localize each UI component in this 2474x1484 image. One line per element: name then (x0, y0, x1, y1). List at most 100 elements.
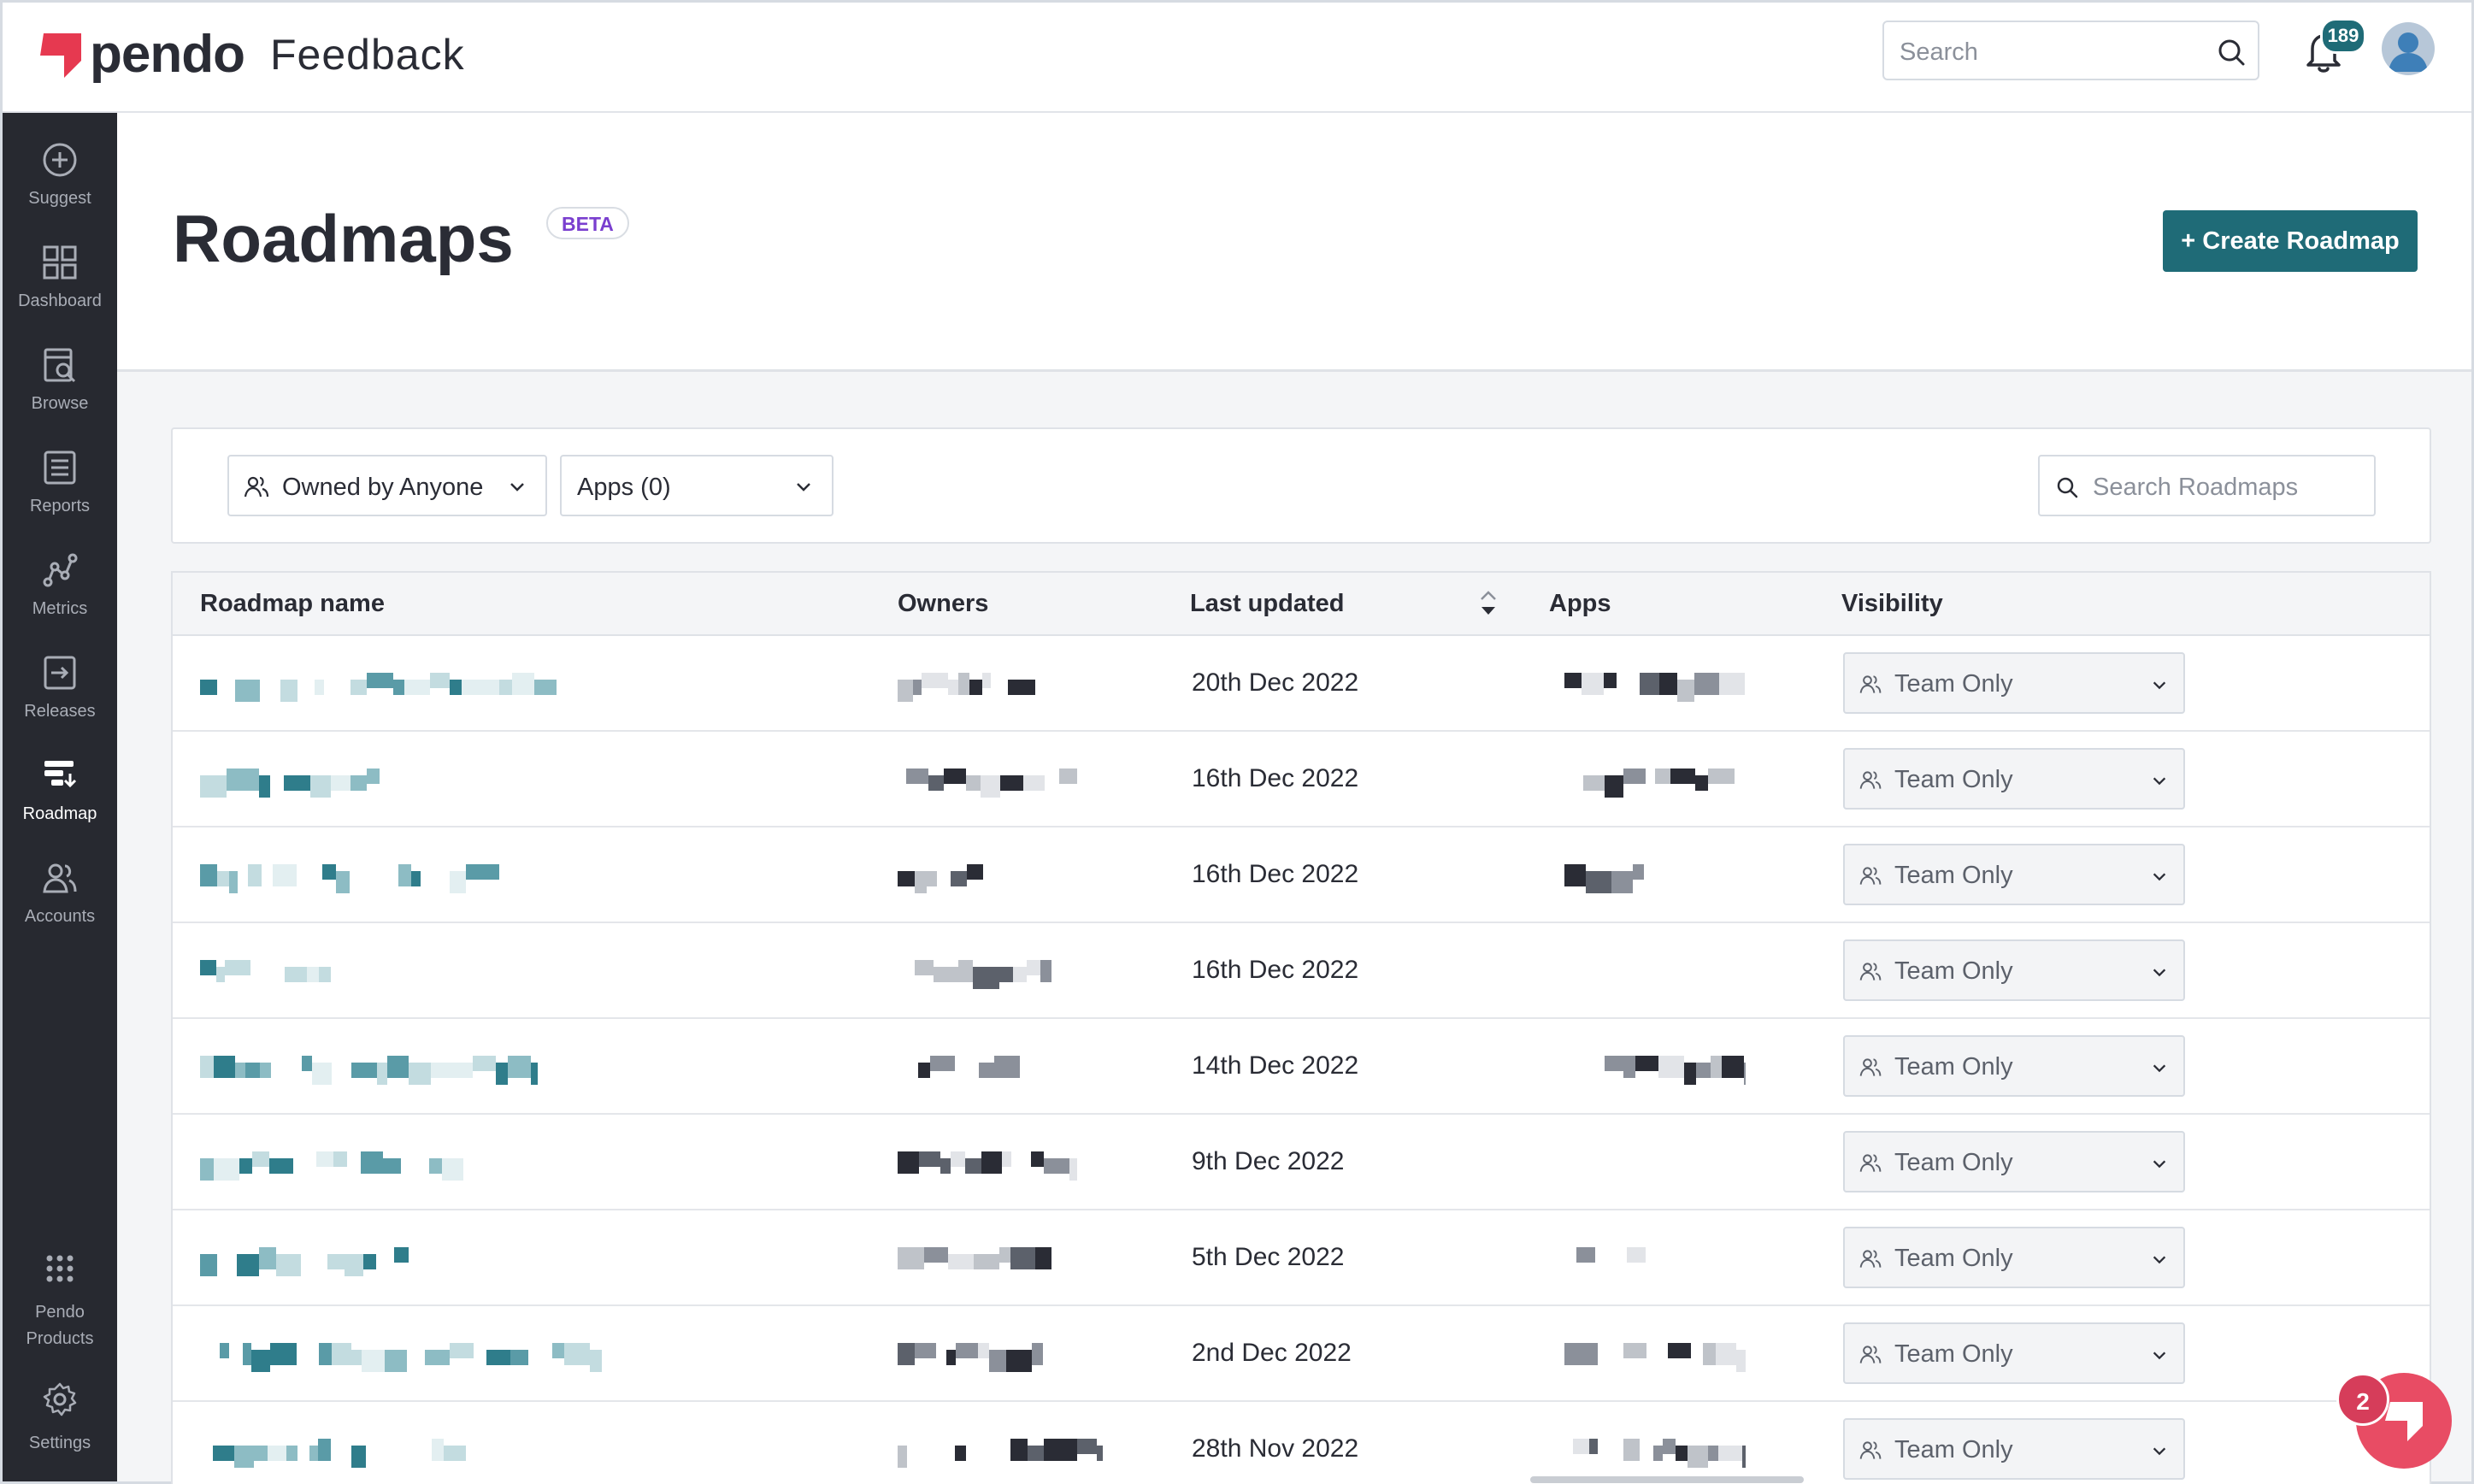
table-row[interactable]: 16th Dec 2022 Team Only (173, 827, 2430, 923)
sidebar-item-roadmap[interactable]: Roadmap (3, 757, 117, 859)
visibility-dropdown[interactable]: Team Only (1843, 1322, 2185, 1384)
table-row[interactable]: 20th Dec 2022 Team Only (173, 636, 2430, 732)
visibility-dropdown[interactable]: Team Only (1843, 844, 2185, 905)
redacted-pixel (362, 1350, 385, 1372)
table-row[interactable]: 16th Dec 2022 Team Only (173, 923, 2430, 1019)
apps-redacted (1564, 1247, 1660, 1269)
redacted-pixel (1044, 1158, 1069, 1174)
redacted-pixel (1663, 1439, 1676, 1454)
redacted-pixel (564, 1343, 590, 1365)
redacted-pixel (220, 1343, 229, 1358)
sidebar-item-dashboard[interactable]: Dashboard (3, 244, 117, 346)
search-roadmaps-input[interactable]: Search Roadmaps (2038, 455, 2376, 516)
redacted-pixel (213, 1446, 234, 1461)
redacted-pixel (331, 775, 350, 791)
visibility-dropdown[interactable]: Team Only (1843, 748, 2185, 810)
sidebar-item-accounts[interactable]: Accounts (3, 859, 117, 962)
sort-icon[interactable] (1477, 586, 1499, 621)
apps-redacted (1564, 1056, 1746, 1085)
table-row[interactable]: 5th Dec 2022 Team Only (173, 1210, 2430, 1306)
redacted-pixel (1002, 1151, 1011, 1167)
user-avatar[interactable] (2382, 22, 2435, 75)
table-row[interactable]: 2nd Dec 2022 Team Only (173, 1306, 2430, 1402)
redacted-pixel (1677, 680, 1694, 702)
column-header-owners[interactable]: Owners (898, 590, 988, 618)
column-header-last-updated[interactable]: Last updated (1190, 590, 1344, 618)
redacted-pixel (200, 864, 217, 886)
global-search-input[interactable]: Search (1882, 21, 2259, 80)
roadmap-name-redacted (200, 864, 499, 893)
redacted-pixel (235, 1063, 245, 1078)
redacted-pixel (486, 1350, 510, 1365)
column-header-name[interactable]: Roadmap name (200, 590, 385, 618)
redacted-pixel (1653, 1446, 1663, 1461)
sidebar-item-metrics[interactable]: Metrics (3, 551, 117, 654)
redacted-pixel (1031, 1151, 1044, 1167)
table-row[interactable]: 16th Dec 2022 Team Only (173, 732, 2430, 827)
last-updated-cell: 16th Dec 2022 (1192, 956, 1359, 984)
redacted-pixel (322, 864, 336, 880)
redacted-pixel (466, 864, 491, 880)
visibility-value: Team Only (1894, 1149, 2013, 1176)
table-row[interactable]: 28th Nov 2022 Team Only (173, 1402, 2430, 1484)
redacted-pixel (327, 1254, 345, 1269)
pendo-logo[interactable]: pendo Feedback (35, 28, 465, 81)
redacted-pixel (913, 680, 922, 695)
column-header-visibility[interactable]: Visibility (1841, 590, 1943, 618)
horizontal-scrollbar[interactable] (1530, 1476, 1804, 1483)
redacted-pixel (286, 1446, 297, 1461)
owner-filter-dropdown[interactable]: Owned by Anyone (227, 455, 547, 516)
redacted-pixel (363, 1254, 376, 1269)
redacted-pixel (350, 775, 367, 791)
table-row[interactable]: 14th Dec 2022 Team Only (173, 1019, 2430, 1115)
last-updated-cell: 2nd Dec 2022 (1192, 1339, 1352, 1367)
top-header: pendo Feedback Search 189 (3, 3, 2471, 113)
redacted-pixel (973, 967, 999, 989)
create-roadmap-button[interactable]: + Create Roadmap (2163, 210, 2418, 272)
sidebar-item-pendo-products[interactable]: Pendo Products (3, 1250, 117, 1378)
owners-redacted (898, 1151, 1077, 1181)
chevron-down-icon (2153, 1064, 2166, 1073)
sidebar-item-label: Browse (31, 394, 89, 413)
people-icon (1859, 1346, 1882, 1363)
redacted-pixel (225, 960, 250, 975)
redacted-pixel (1582, 673, 1604, 695)
redacted-pixel (1000, 775, 1023, 791)
visibility-dropdown[interactable]: Team Only (1843, 1035, 2185, 1097)
redacted-pixel (269, 1158, 293, 1174)
sidebar-item-releases[interactable]: Releases (3, 654, 117, 757)
sidebar-item-settings[interactable]: Settings (3, 1381, 117, 1483)
beta-badge: BETA (546, 207, 629, 239)
redacted-pixel (450, 871, 466, 893)
last-updated-cell: 16th Dec 2022 (1192, 764, 1359, 792)
roadmap-name-redacted (200, 768, 380, 798)
redacted-pixel (216, 967, 225, 982)
visibility-dropdown[interactable]: Team Only (1843, 939, 2185, 1001)
apps-filter-dropdown[interactable]: Apps (0) (560, 455, 834, 516)
visibility-dropdown[interactable]: Team Only (1843, 1418, 2185, 1480)
redacted-pixel (450, 1343, 474, 1358)
visibility-dropdown[interactable]: Team Only (1843, 652, 2185, 714)
redacted-pixel (252, 1151, 269, 1167)
visibility-dropdown[interactable]: Team Only (1843, 1227, 2185, 1288)
redacted-pixel (1708, 768, 1735, 784)
redacted-pixel (1742, 1446, 1746, 1468)
visibility-value: Team Only (1894, 766, 2013, 793)
column-header-apps[interactable]: Apps (1549, 590, 1611, 618)
redacted-pixel (989, 1350, 1006, 1372)
sidebar-item-reports[interactable]: Reports (3, 449, 117, 551)
redacted-pixel (302, 1056, 312, 1071)
table-header: Roadmap name Owners Last updated Apps Vi… (173, 573, 2430, 636)
table-row[interactable]: 9th Dec 2022 Team Only (173, 1115, 2430, 1210)
redacted-pixel (512, 673, 534, 695)
redacted-pixel (951, 1151, 965, 1167)
redacted-pixel (259, 775, 270, 798)
redacted-pixel (915, 960, 934, 975)
owners-redacted (898, 1247, 1051, 1269)
redacted-pixel (310, 775, 331, 798)
sidebar-item-suggest[interactable]: Suggest (3, 141, 117, 244)
redacted-pixel (898, 680, 913, 702)
sidebar-item-browse[interactable]: Browse (3, 346, 117, 449)
visibility-dropdown[interactable]: Team Only (1843, 1131, 2185, 1192)
redacted-pixel (276, 1254, 301, 1276)
